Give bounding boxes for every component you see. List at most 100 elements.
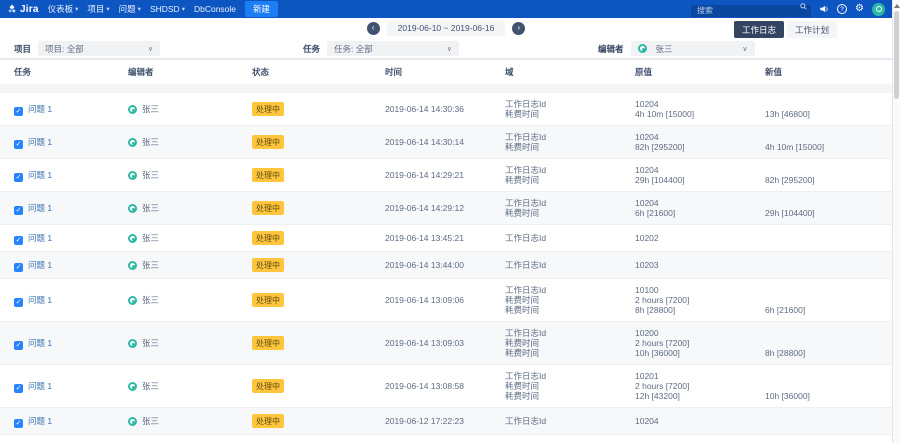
top-navbar: Jira 仪表板▾ 项目▾ 问题▾ SHDSD▾ DbConsole 新建 ? … (0, 0, 892, 18)
new-value-cell (765, 408, 892, 435)
filter-task: 任务 任务: 全部 ∨ (303, 41, 460, 56)
field-line: 工作日志Id (505, 165, 547, 175)
search-input[interactable] (691, 4, 812, 17)
filter-project-select[interactable]: 项目: 全部 ∨ (38, 41, 161, 56)
header-old-value: 原值 (635, 59, 765, 84)
row-checkbox[interactable]: ✓ (14, 418, 23, 428)
editor-avatar-icon (128, 382, 137, 391)
chevron-down-icon: ∨ (742, 45, 748, 53)
filter-task-select[interactable]: 任务: 全部 ∨ (327, 41, 460, 56)
table-row: ✓ 问题 1 张三 处理中 2019-06-14 14:30:14 工作日志Id 耗费时间 1… (0, 125, 892, 159)
old-line: 10201 (635, 371, 659, 381)
old-value-cell: 10202 (635, 225, 765, 252)
field-line: 耗费时间 (505, 305, 540, 315)
table-row: ✓ 问题 1 张三 处理中 2019-06-14 13:09:03 工作日志Id 耗费时间耗… (0, 321, 892, 365)
row-checkbox[interactable]: ✓ (14, 235, 23, 245)
task-link[interactable]: 问题 1 (28, 203, 52, 213)
date-range-label: 2019-06-10 ~ 2019-06-16 (386, 20, 506, 36)
jira-logo[interactable]: Jira (7, 4, 39, 15)
row-checkbox[interactable]: ✓ (14, 106, 23, 116)
new-value-cell: 10h [36000] (765, 365, 892, 408)
task-link[interactable]: 问题 1 (28, 416, 52, 426)
task-link[interactable]: 问题 1 (28, 170, 52, 180)
old-value-cell: 10201 2 hours [7200] 12h [43200] (635, 365, 765, 408)
time-cell: 2019-06-14 13:08:58 (385, 381, 464, 391)
new-line (765, 165, 884, 175)
row-checkbox[interactable]: ✓ (14, 205, 23, 215)
field-line: 工作日志Id (505, 198, 547, 208)
nav-item-issues[interactable]: 问题 ▾ (119, 3, 141, 15)
editor-name: 张三 (142, 104, 160, 114)
nav-item-dbconsole[interactable]: DbConsole (194, 4, 236, 14)
field-line: 耗费时间 (505, 142, 540, 152)
toolbar: ‹ 2019-06-10 ~ 2019-06-16 › 工作日志 工作计划 (0, 18, 892, 38)
editor-name: 张三 (142, 170, 160, 180)
new-line: 29h [104400] (765, 208, 815, 218)
task-link[interactable]: 问题 1 (28, 260, 52, 270)
tab-work-log[interactable]: 工作日志 (733, 21, 784, 38)
row-checkbox[interactable]: ✓ (14, 297, 23, 307)
task-link[interactable]: 问题 1 (28, 381, 52, 391)
task-link[interactable]: 问题 1 (28, 233, 52, 243)
row-checkbox[interactable]: ✓ (14, 383, 23, 393)
status-badge: 处理中 (252, 168, 284, 182)
nav-item-shdsd[interactable]: SHDSD ▾ (150, 4, 185, 14)
status-cell: 处理中 (252, 159, 385, 192)
nav-item-dashboards[interactable]: 仪表板 ▾ (48, 3, 79, 15)
header-editor: 编辑者 (128, 59, 252, 84)
gear-icon[interactable]: ⚙ (855, 4, 864, 14)
old-value-cell: 10204 4h 10m [15000] (635, 93, 765, 126)
editor-cell: 张三 (128, 126, 252, 159)
tab-work-plan[interactable]: 工作计划 (786, 21, 837, 38)
row-checkbox[interactable]: ✓ (14, 172, 23, 182)
editor-cell: 张三 (128, 159, 252, 192)
task-cell: ✓ 问题 1 (0, 225, 128, 252)
domain-cell: 工作日志Id 耗费时间 耗费时间 (505, 322, 635, 365)
table-row: ✓ 问题 1 张三 处理中 2019-06-14 14:29:21 工作日志Id 耗费时间 1… (0, 159, 892, 192)
task-link[interactable]: 问题 1 (28, 104, 52, 114)
create-button[interactable]: 新建 (245, 1, 279, 17)
help-icon[interactable]: ? (837, 4, 848, 14)
new-line (765, 328, 884, 338)
row-checkbox[interactable]: ✓ (14, 139, 23, 149)
scrollbar-thumb[interactable] (894, 11, 899, 99)
task-link[interactable]: 问题 1 (28, 295, 52, 305)
task-cell: ✓ 问题 1 (0, 252, 128, 279)
old-line: 29h [104400] (635, 175, 685, 185)
next-week-button[interactable]: › (512, 21, 526, 35)
header-time: 时间 (385, 59, 505, 84)
time-cell: 2019-06-14 14:29:21 (385, 170, 464, 180)
new-value-cell: 4h 10m [15000] (765, 126, 892, 159)
scrollbar-up-arrow-icon[interactable] (893, 4, 900, 8)
task-link[interactable]: 问题 1 (28, 338, 52, 348)
field-line: 工作日志Id (505, 132, 547, 142)
editor-name: 张三 (142, 295, 160, 305)
row-checkbox[interactable]: ✓ (14, 340, 23, 350)
new-value-cell (765, 252, 892, 279)
field-line: 耗费时间 (505, 348, 540, 358)
search-box (691, 0, 812, 18)
prev-week-button[interactable]: ‹ (366, 21, 380, 35)
old-line: 12h [43200] (635, 391, 680, 401)
table-row: ✓ 问题 1 张三 处理中 2019-06-14 13:45:21 工作日志Id 10202 (0, 225, 892, 252)
old-value-cell: 10204 6h [21600] (635, 192, 765, 225)
domain-cell: 工作日志Id 耗费时间 (505, 159, 635, 192)
scrollbar[interactable] (892, 0, 900, 443)
status-cell: 处理中 (252, 279, 385, 322)
divider-band (0, 84, 892, 93)
task-cell: ✓ 问题 1 (0, 159, 128, 192)
editor-name: 张三 (142, 381, 160, 391)
task-link[interactable]: 问题 1 (28, 137, 52, 147)
megaphone-icon[interactable] (819, 4, 829, 14)
new-value-cell: 8h [28800] (765, 322, 892, 365)
worklog-table: 任务 编辑者 状态 时间 域 原值 新值 ✓ 问题 1 张三 处理中 2019-06-1… (0, 59, 892, 435)
table-row: ✓ 问题 1 张三 处理中 2019-06-14 13:09:06 工作日志Id 耗费时间耗… (0, 279, 892, 322)
filter-editor-select[interactable]: 张三 ∨ (630, 41, 755, 56)
user-avatar[interactable] (872, 2, 885, 16)
time-cell: 2019-06-14 14:29:12 (385, 203, 464, 213)
header-domain: 域 (505, 59, 635, 84)
old-value-cell: 10203 (635, 252, 765, 279)
row-checkbox[interactable]: ✓ (14, 262, 23, 272)
task-cell: ✓ 问题 1 (0, 279, 128, 322)
nav-item-projects[interactable]: 项目 ▾ (87, 3, 109, 15)
